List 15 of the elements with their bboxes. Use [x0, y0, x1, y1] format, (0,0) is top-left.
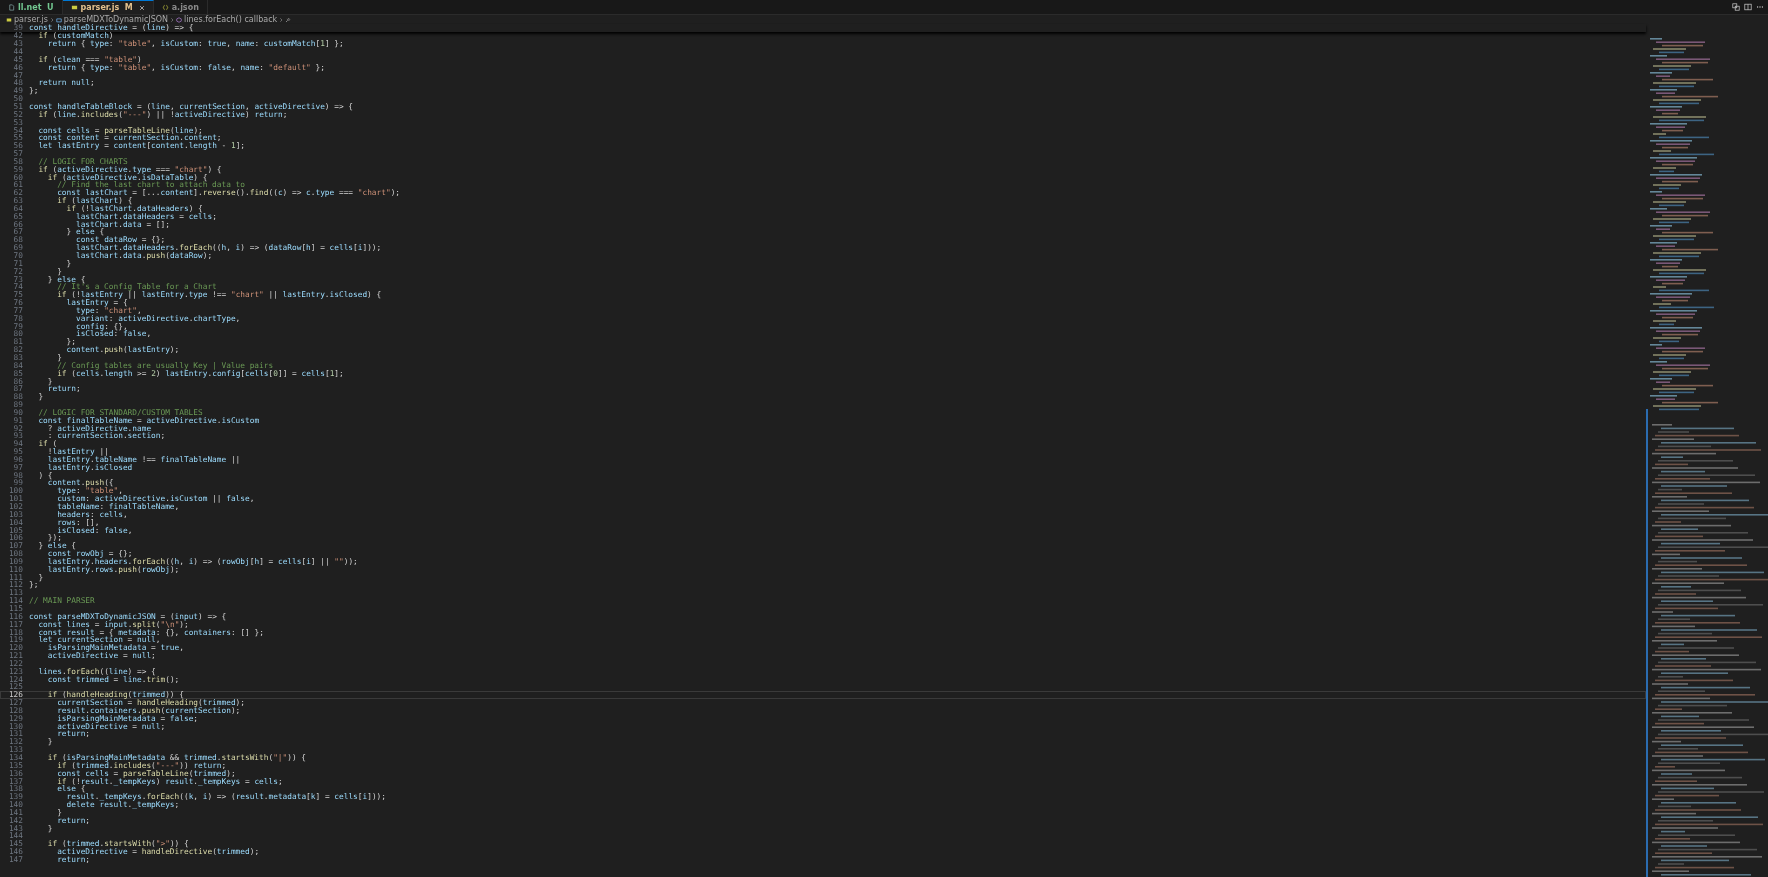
editor-tab[interactable]: parser.js M [62, 0, 154, 14]
breadcrumb-item[interactable]: parseMDXToDynamicJSON [63, 15, 169, 24]
file-icon [8, 3, 15, 11]
chevron-icon [279, 16, 284, 23]
braces-icon [161, 3, 169, 11]
compare-icon[interactable] [1732, 3, 1740, 11]
breadcrumb-item[interactable]: parser.js [14, 15, 48, 24]
chevron-icon [49, 16, 54, 23]
more-icon[interactable] [1756, 3, 1764, 11]
split-editor-icon[interactable] [1744, 3, 1752, 11]
js-file-icon [6, 16, 12, 23]
js-file-icon [70, 4, 78, 11]
breadcrumb-item[interactable]: lines.forEach() callback [184, 15, 278, 24]
chevron-icon [170, 16, 175, 23]
close-icon[interactable] [138, 4, 145, 11]
